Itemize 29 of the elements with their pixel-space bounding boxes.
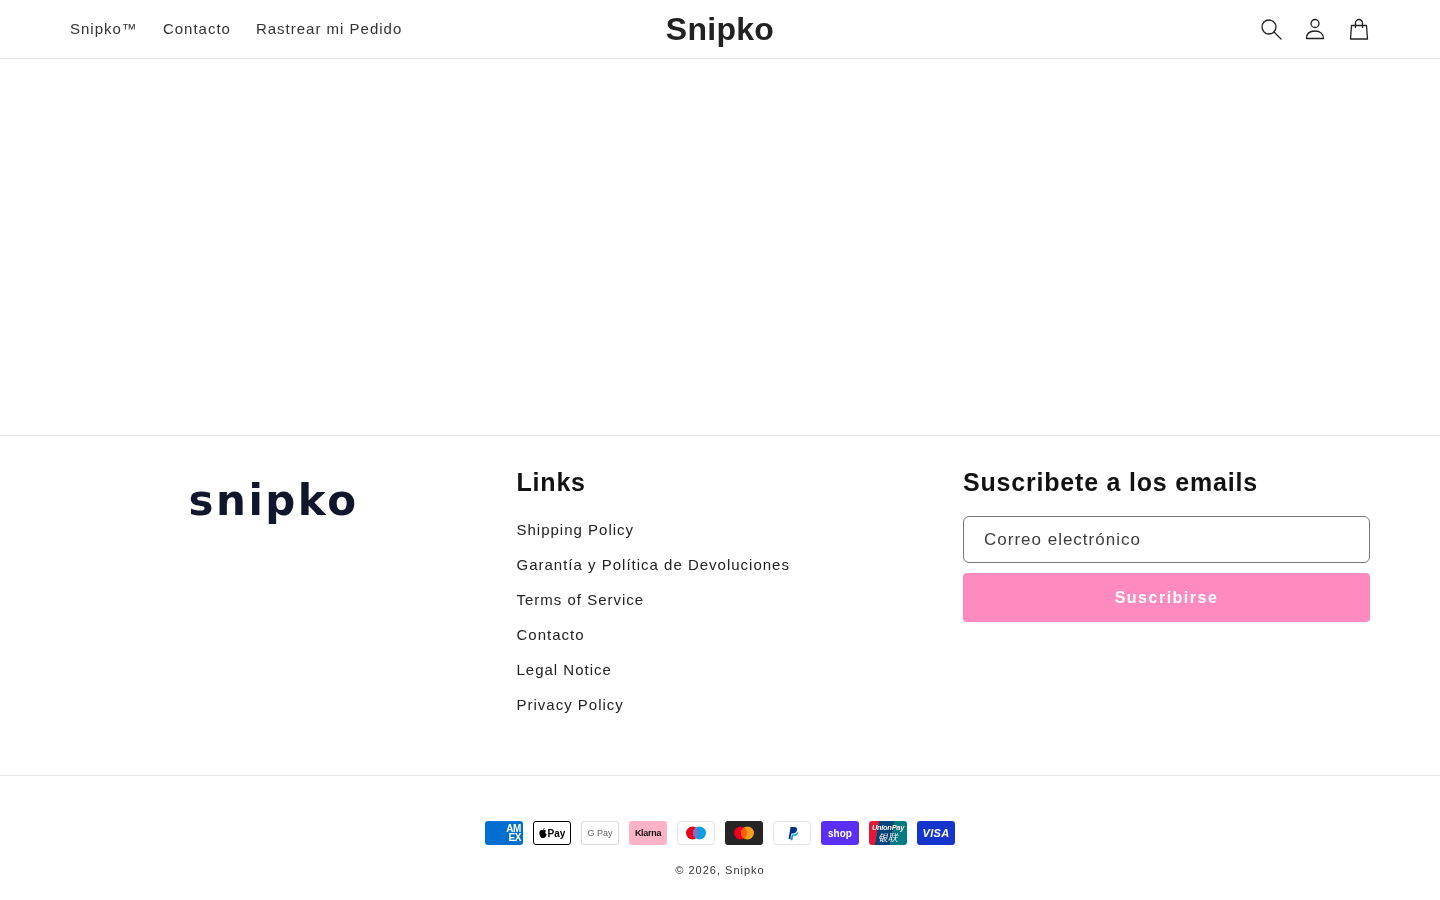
account-icon[interactable] [1304, 18, 1326, 40]
p-logo-icon [773, 821, 811, 845]
shopping-bag-icon[interactable] [1348, 18, 1370, 40]
footer-link[interactable]: Terms of Service [516, 590, 645, 610]
payment-badge: G Pay [581, 821, 619, 845]
nav-link[interactable]: Contacto [162, 19, 231, 39]
payment-badge: Klarna [629, 821, 667, 845]
footer-link[interactable]: Privacy Policy [516, 695, 624, 715]
footer-link[interactable]: Contacto [516, 625, 585, 645]
footer-link[interactable]: Garantía y Política de Devoluciones [516, 555, 790, 575]
section-heading: Links [516, 467, 587, 497]
payment-badge: shop [821, 821, 859, 845]
section-heading: Suscribete a los emails [963, 467, 1259, 497]
two-circles-icon [677, 821, 715, 845]
badge-label: Pay [547, 827, 566, 839]
two-circles-icon [725, 821, 763, 845]
copyright-text: © 2026, Snipko [675, 863, 765, 878]
nav-link[interactable]: Rastrear mi Pedido [255, 19, 403, 39]
nav-link[interactable]: Snipko™ [70, 19, 138, 39]
site-logo[interactable]: Snipko [665, 10, 775, 48]
payment-badge: AMEX [485, 821, 523, 845]
apple-icon [538, 828, 547, 838]
brand-logo: snipko [188, 480, 359, 522]
badge-label: 银联 [878, 831, 898, 843]
search-icon[interactable] [1260, 18, 1282, 40]
footer-link[interactable]: Legal Notice [516, 660, 612, 680]
payment-badge: VISA [917, 821, 955, 845]
footer-link[interactable]: Shipping Policy [516, 520, 635, 540]
email-field[interactable]: Correo electrónico [963, 516, 1370, 563]
